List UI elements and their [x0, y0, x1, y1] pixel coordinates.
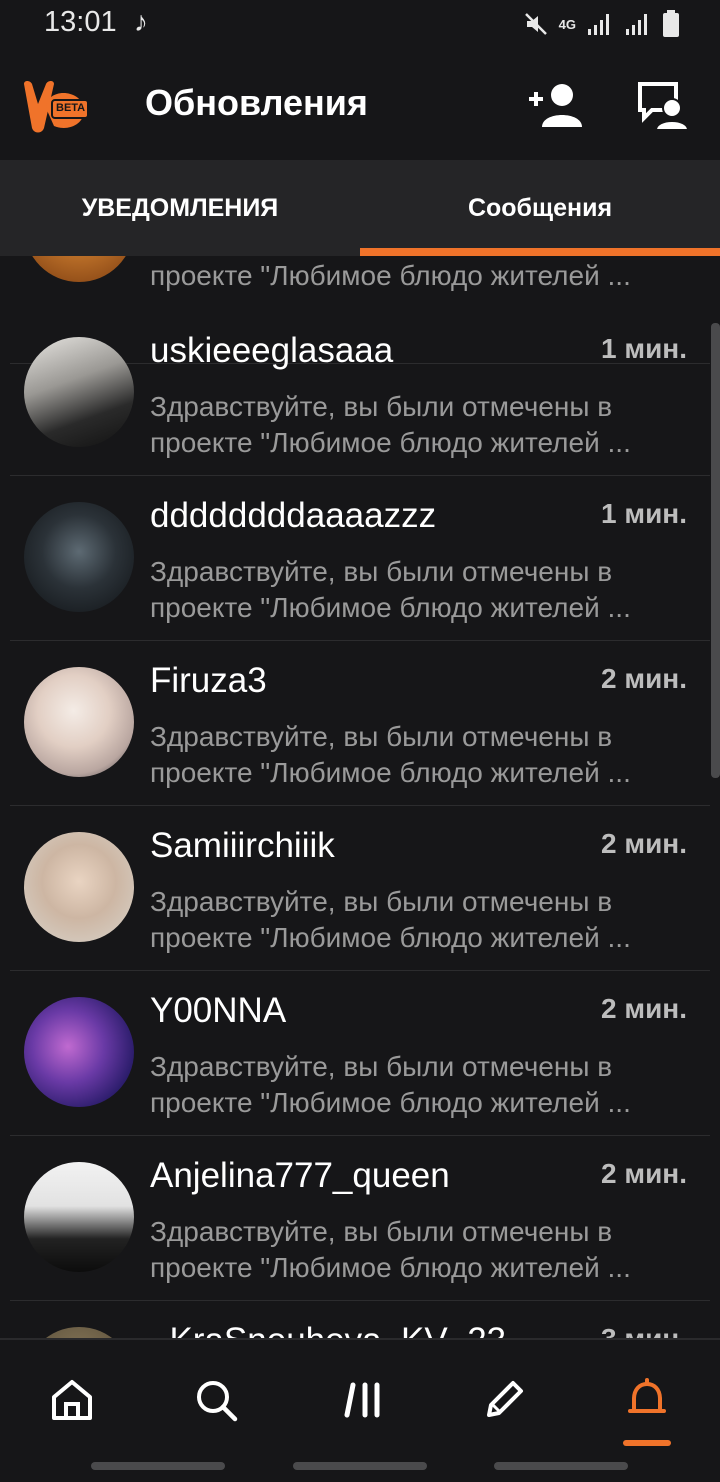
list-item[interactable]: ddddddddaaaazzz 1 мин. Здравствуйте, вы …	[0, 476, 720, 641]
page-title: Обновления	[145, 82, 368, 123]
username: ddddddddaaaazzz	[150, 496, 437, 535]
message-line-1: Здравствуйте, вы были отмечены в	[150, 1216, 613, 1247]
bell-icon	[628, 1378, 666, 1413]
message-preview: Здравствуйте, вы были отмечены в проекте…	[150, 1049, 690, 1121]
list-item[interactable]: Samiiirchiiik 2 мин. Здравствуйте, вы бы…	[0, 806, 720, 971]
username: Firuza3	[150, 661, 267, 700]
message-line-1: Здравствуйте, вы были отмечены в	[150, 721, 613, 752]
message-line-2: проекте "Любимое блюдо жителей ...	[150, 427, 631, 458]
tab-notifications[interactable]: УВЕДОМЛЕНИЯ	[0, 160, 360, 256]
mute-icon	[524, 13, 547, 35]
nav-home-button[interactable]	[42, 1370, 102, 1430]
system-gesture-bar	[91, 1462, 225, 1470]
message-time: 1 мин.	[601, 333, 687, 364]
music-note-icon: ♪	[134, 6, 148, 37]
message-line-1: Здравствуйте, вы были отмечены в	[150, 391, 613, 422]
nav-active-indicator	[623, 1440, 671, 1446]
list-item[interactable]: uskieeeglasaaa 1 мин. Здравствуйте, вы б…	[0, 311, 720, 476]
avatar	[24, 337, 134, 447]
add-user-icon	[529, 84, 582, 127]
message-preview: Здравствуйте, вы были отмечены в проекте…	[150, 719, 690, 791]
message-preview: Здравствуйте, вы были отмечены в проекте…	[150, 389, 690, 461]
message-time: 2 мин.	[601, 828, 687, 859]
message-line-1: Здравствуйте, вы были отмечены в	[150, 1051, 613, 1082]
tab-messages[interactable]: Сообщения	[360, 160, 720, 256]
message-line-2: проекте "Любимое блюдо жителей ...	[150, 1087, 631, 1118]
message-line-2: проекте "Любимое блюдо жителей ...	[150, 757, 631, 788]
battery-icon	[663, 10, 679, 37]
nav-notifications-button[interactable]	[617, 1370, 677, 1430]
message-time: 2 мин.	[601, 1158, 687, 1189]
message-line-2: проекте "Любимое блюдо жителей ...	[150, 1252, 631, 1283]
message-line-1: Здравствуйте, вы были отмечены в	[150, 556, 613, 587]
nav-feed-button[interactable]	[332, 1370, 392, 1430]
message-time: 1 мин.	[601, 498, 687, 529]
username: _KraSnouhova_KV_23	[150, 1321, 506, 1338]
app-logo[interactable]: BETA	[20, 78, 92, 136]
beta-badge: BETA	[56, 102, 86, 114]
signal-icon-2	[626, 14, 647, 35]
username: Samiiirchiiik	[150, 826, 335, 865]
avatar	[24, 502, 134, 612]
tab-active-indicator	[360, 248, 720, 256]
search-icon	[197, 1381, 238, 1422]
message-line-2: проекте "Любимое блюдо жителей ...	[150, 592, 631, 623]
username: uskieeeglasaaa	[150, 331, 394, 370]
message-line-2: проекте "Любимое блюдо жителей ...	[150, 922, 631, 953]
username: Anjelina777_queen	[150, 1156, 450, 1195]
list-item[interactable]: Y00NNA 2 мин. Здравствуйте, вы были отме…	[0, 971, 720, 1136]
pencil-icon	[487, 1381, 523, 1417]
username: Y00NNA	[150, 991, 287, 1030]
avatar	[24, 1162, 134, 1272]
list-item[interactable]: Firuza3 2 мин. Здравствуйте, вы были отм…	[0, 641, 720, 806]
message-time: 2 мин.	[601, 663, 687, 694]
message-time: 2 мин.	[601, 993, 687, 1024]
message-preview: Здравствуйте, вы были отмечены в проекте…	[150, 1214, 690, 1286]
list-item[interactable]: Anjelina777_queen 2 мин. Здравствуйте, в…	[0, 1136, 720, 1301]
message-list[interactable]: проекте "Любимое блюдо жителей ... uskie…	[0, 256, 720, 1338]
chat-user-icon	[638, 82, 690, 131]
message-preview: проекте "Любимое блюдо жителей ...	[150, 260, 631, 291]
add-friend-button[interactable]	[526, 76, 586, 136]
avatar	[24, 997, 134, 1107]
tab-bar: УВЕДОМЛЕНИЯ Сообщения	[0, 160, 720, 256]
avatar	[24, 667, 134, 777]
list-item[interactable]: _KraSnouhova_KV_23 3 мин.	[0, 1301, 720, 1338]
home-icon	[52, 1380, 92, 1420]
bottom-nav	[0, 1338, 720, 1482]
status-bar: 13:01 ♪ 4G	[0, 0, 720, 52]
nav-search-button[interactable]	[186, 1370, 246, 1430]
avatar	[24, 1327, 134, 1338]
nav-create-button[interactable]	[474, 1370, 534, 1430]
messages-chat-button[interactable]	[632, 76, 692, 136]
list-item[interactable]: проекте "Любимое блюдо жителей ...	[0, 256, 720, 364]
system-gesture-bar	[293, 1462, 427, 1470]
feed-icon	[344, 1382, 380, 1418]
avatar	[24, 256, 134, 282]
scrollbar[interactable]	[711, 323, 720, 778]
message-time: 3 мин.	[601, 1323, 687, 1338]
message-line-1: Здравствуйте, вы были отмечены в	[150, 886, 613, 917]
status-time: 13:01	[44, 6, 117, 38]
signal-icon	[588, 14, 609, 35]
status-icons: 4G	[523, 10, 680, 38]
app-bar: BETA Обновления	[0, 52, 720, 160]
avatar	[24, 832, 134, 942]
network-type: 4G	[558, 16, 576, 32]
message-preview: Здравствуйте, вы были отмечены в проекте…	[150, 554, 690, 626]
message-preview: Здравствуйте, вы были отмечены в проекте…	[150, 884, 690, 956]
system-gesture-bar	[494, 1462, 628, 1470]
